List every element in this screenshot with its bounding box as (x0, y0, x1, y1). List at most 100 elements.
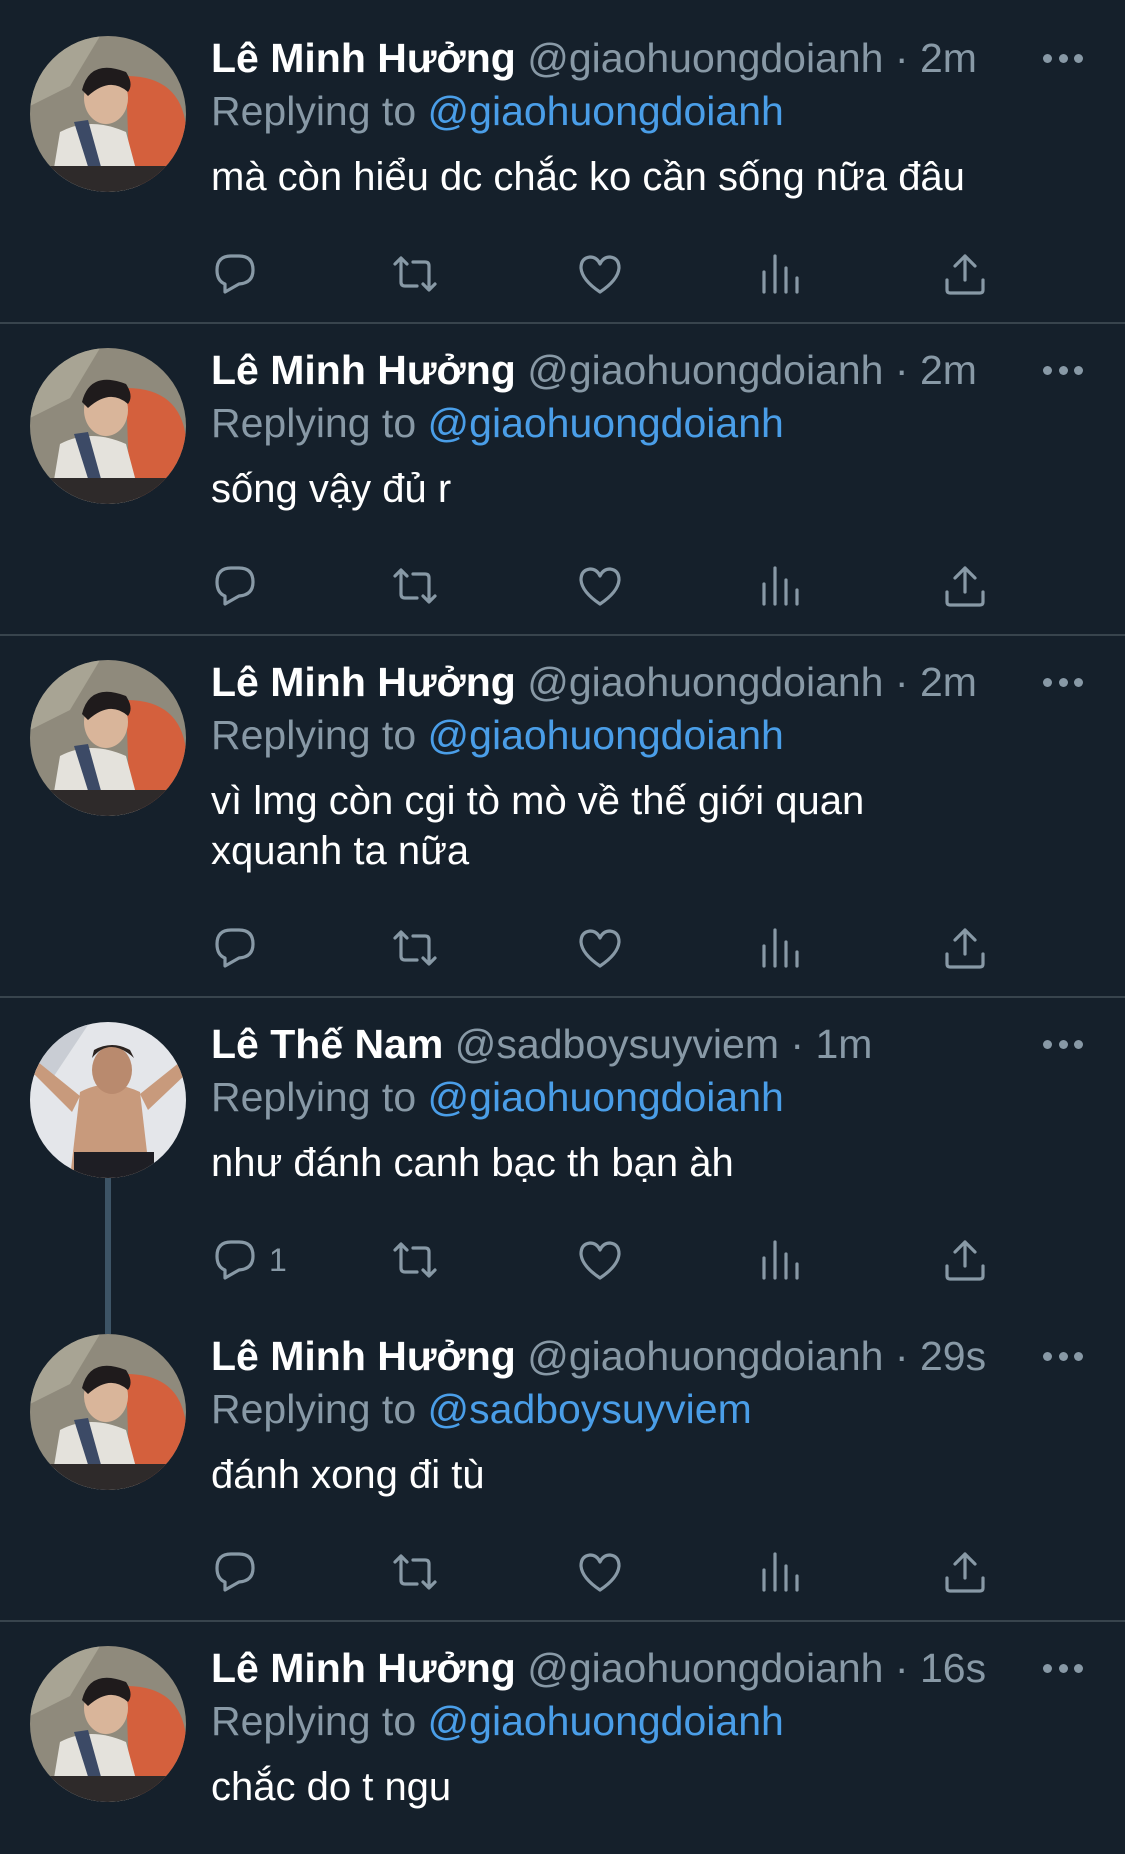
like-button[interactable] (576, 920, 624, 976)
author-name[interactable]: Lê Minh Hưởng (211, 1645, 516, 1691)
minh-huong-avatar[interactable] (30, 1334, 186, 1490)
like-icon (576, 924, 624, 972)
thread-connector-line (105, 1178, 111, 1334)
retweet-icon (391, 1548, 439, 1596)
author-name[interactable]: Lê Minh Hưởng (211, 1333, 516, 1379)
like-button[interactable] (576, 1544, 624, 1600)
reply-mention-link[interactable]: @sadboysuyviem (428, 1386, 752, 1432)
reply-icon (211, 250, 259, 298)
tweet-text: như đánh canh bạc th bạn àh (211, 1138, 1071, 1188)
reply-icon (211, 924, 259, 972)
share-button[interactable] (941, 1232, 989, 1288)
analytics-button[interactable] (756, 1232, 804, 1288)
retweet-button[interactable] (391, 246, 439, 302)
tweet-text: đánh xong đi tù (211, 1450, 1071, 1500)
analytics-button[interactable] (756, 1544, 804, 1600)
more-options-icon[interactable] (1043, 678, 1083, 688)
more-options-icon[interactable] (1043, 1040, 1083, 1050)
author-name[interactable]: Lê Thế Nam (211, 1021, 443, 1067)
share-icon (941, 924, 989, 972)
reply-button[interactable] (211, 558, 259, 614)
author-name[interactable]: Lê Minh Hưởng (211, 35, 516, 81)
tweet-timestamp[interactable]: 2m (920, 659, 977, 705)
analytics-icon (756, 924, 804, 972)
analytics-button[interactable] (756, 246, 804, 302)
minh-huong-avatar[interactable] (30, 1646, 186, 1802)
minh-huong-avatar[interactable] (30, 36, 186, 192)
tweet-divider (0, 322, 1125, 324)
more-options-icon[interactable] (1043, 54, 1083, 64)
author-handle[interactable]: @giaohuongdoianh (527, 347, 883, 393)
analytics-icon (756, 1548, 804, 1596)
reply-mention-link[interactable]: @giaohuongdoianh (428, 400, 784, 446)
reply-mention-link[interactable]: @giaohuongdoianh (428, 88, 784, 134)
tweet-feed: Lê Minh Hưởng @giaohuongdoianh · 2m Reply… (0, 0, 1125, 1854)
tweet-divider (0, 634, 1125, 636)
tweet-timestamp[interactable]: 29s (920, 1333, 986, 1379)
more-options-icon[interactable] (1043, 1664, 1083, 1674)
reply-mention-link[interactable]: @giaohuongdoianh (428, 1698, 784, 1744)
like-button[interactable] (576, 558, 624, 614)
analytics-icon (756, 1236, 804, 1284)
tweet-action-bar (211, 558, 1011, 614)
author-handle[interactable]: @giaohuongdoianh (527, 1333, 883, 1379)
reply-button[interactable] (211, 920, 259, 976)
tweet-text: chắc do t ngu (211, 1762, 1071, 1812)
tweet-timestamp[interactable]: 16s (920, 1645, 986, 1691)
retweet-button[interactable] (391, 1232, 439, 1288)
author-handle[interactable]: @sadboysuyviem (455, 1021, 779, 1067)
author-handle[interactable]: @giaohuongdoianh (527, 35, 883, 81)
tweet-timestamp[interactable]: 2m (920, 35, 977, 81)
tweet-timestamp[interactable]: 1m (815, 1021, 872, 1067)
reply-button[interactable] (211, 1544, 259, 1600)
tweet-action-bar (211, 246, 1011, 302)
reply-mention-link[interactable]: @giaohuongdoianh (428, 712, 784, 758)
author-name[interactable]: Lê Minh Hưởng (211, 347, 516, 393)
separator-dot: · (894, 347, 909, 393)
retweet-button[interactable] (391, 1544, 439, 1600)
share-icon (941, 1236, 989, 1284)
more-options-icon[interactable] (1043, 366, 1083, 376)
reply-button[interactable]: 1 (211, 1232, 287, 1288)
tweet-text-line: như đánh canh bạc th bạn àh (211, 1141, 734, 1185)
tweet-text: vì lmg còn cgi tò mò về thế giới quan xqu… (211, 776, 1071, 876)
retweet-button[interactable] (391, 920, 439, 976)
replying-to-line: Replying to @sadboysuyviem (211, 1382, 752, 1436)
tweet-timestamp[interactable]: 2m (920, 347, 977, 393)
separator-dot: · (894, 1645, 909, 1691)
replying-to-label: Replying to (211, 1074, 417, 1120)
like-button[interactable] (576, 1232, 624, 1288)
analytics-button[interactable] (756, 558, 804, 614)
more-options-icon[interactable] (1043, 1352, 1083, 1362)
reply-icon (211, 562, 259, 610)
reply-mention-link[interactable]: @giaohuongdoianh (428, 1074, 784, 1120)
reply-icon (211, 1236, 259, 1284)
minh-huong-avatar[interactable] (30, 660, 186, 816)
share-icon (941, 562, 989, 610)
author-handle[interactable]: @giaohuongdoianh (527, 1645, 883, 1691)
like-button[interactable] (576, 246, 624, 302)
minh-huong-avatar[interactable] (30, 348, 186, 504)
analytics-icon (756, 562, 804, 610)
reply-button[interactable] (211, 246, 259, 302)
share-button[interactable] (941, 246, 989, 302)
tweet-text: sống vậy đủ r (211, 464, 1071, 514)
replying-to-line: Replying to @giaohuongdoianh (211, 1694, 784, 1748)
replying-to-label: Replying to (211, 712, 417, 758)
replying-to-line: Replying to @giaohuongdoianh (211, 708, 784, 762)
share-button[interactable] (941, 920, 989, 976)
tweet-header: Lê Thế Nam @sadboysuyviem · 1m (211, 1016, 872, 1072)
tweet-text-line: mà còn hiểu dc chắc ko cần sống nữa đâu (211, 155, 965, 199)
like-icon (576, 250, 624, 298)
analytics-button[interactable] (756, 920, 804, 976)
share-button[interactable] (941, 1544, 989, 1600)
author-handle[interactable]: @giaohuongdoianh (527, 659, 883, 705)
replying-to-label: Replying to (211, 1386, 417, 1432)
retweet-button[interactable] (391, 558, 439, 614)
share-button[interactable] (941, 558, 989, 614)
tweet-text-line: đánh xong đi tù (211, 1453, 485, 1497)
the-nam-avatar[interactable] (30, 1022, 186, 1178)
tweet-header: Lê Minh Hưởng @giaohuongdoianh · 29s (211, 1328, 986, 1384)
author-name[interactable]: Lê Minh Hưởng (211, 659, 516, 705)
tweet-action-bar (211, 1544, 1011, 1600)
